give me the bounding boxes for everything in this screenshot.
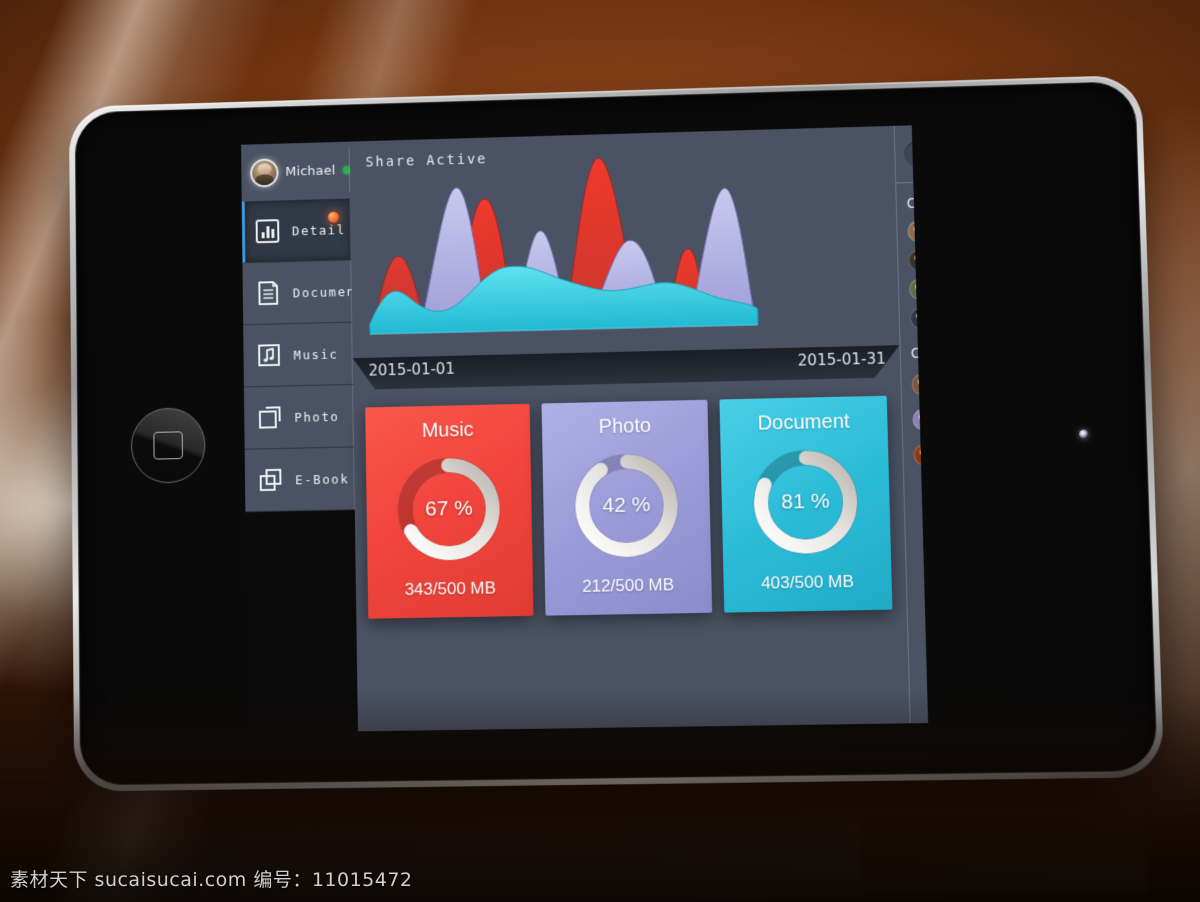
- home-button[interactable]: [130, 407, 206, 484]
- storage-cards: Music 67 % 343/500 MB Photo 42 % 212/500…: [353, 377, 910, 731]
- card-size: 403/500 MB: [760, 571, 855, 593]
- card-title: Document: [757, 410, 850, 435]
- card-title: Music: [421, 418, 474, 442]
- card-title: Photo: [598, 415, 652, 439]
- main-content: Share Active 2015-01-01 2015-01-31 Music…: [349, 125, 910, 732]
- document-icon: [254, 279, 282, 307]
- list-item[interactable]: Alexander LjungShaned 3 photos: [897, 214, 929, 247]
- bar-chart-icon: [254, 217, 282, 245]
- search-icon: [913, 147, 925, 159]
- tablet-device: Michael Detail Document Music Photo E-Bo…: [68, 74, 1165, 792]
- avatar-body: [914, 385, 929, 396]
- avatar: [250, 157, 279, 188]
- avatar-body: [915, 420, 929, 431]
- sidebar-item-ebook[interactable]: E-Book: [244, 447, 355, 513]
- left-sidebar: Michael Detail Document Music Photo E-Bo…: [241, 141, 365, 733]
- sidebar-item-music[interactable]: Music: [243, 322, 354, 388]
- sidebar-item-label: Detail: [291, 221, 346, 238]
- avatar-face: [917, 377, 928, 387]
- home-button-square-icon: [153, 431, 183, 460]
- list-item[interactable]: Chupin AntonShaned 3 documents: [898, 243, 929, 276]
- avatar-body: [911, 290, 929, 300]
- list-item[interactable]: Marcia Franklins: [902, 399, 929, 437]
- card-size: 343/500 MB: [404, 578, 497, 600]
- offline-group-title: Offline: [910, 343, 929, 362]
- gauge-percent: 81 %: [781, 489, 830, 514]
- avatar: [911, 373, 929, 396]
- avatar: [909, 307, 929, 329]
- music-gauge: 67 %: [390, 449, 509, 569]
- avatar-body: [910, 261, 928, 271]
- chart-end-date: 2015-01-31: [797, 349, 886, 370]
- front-camera-icon: [1079, 429, 1089, 439]
- avatar: [907, 220, 929, 242]
- avatar-body: [910, 232, 927, 242]
- avatar: [908, 249, 929, 271]
- avatar-face: [915, 311, 926, 321]
- tablet-bezel: Michael Detail Document Music Photo E-Bo…: [74, 80, 1158, 786]
- list-item[interactable]: Stefanie Umbach: [901, 364, 929, 402]
- avatar-body: [916, 456, 929, 466]
- avatar: [913, 443, 929, 466]
- chart-start-date: 2015-01-01: [368, 359, 455, 380]
- list-item[interactable]: John SelwayShaned 15 photos: [899, 301, 929, 334]
- scene: Michael Detail Document Music Photo E-Bo…: [0, 0, 1200, 902]
- avatar-face: [919, 447, 929, 457]
- app-screen: Michael Detail Document Music Photo E-Bo…: [241, 125, 929, 733]
- sidebar-item-label: Photo: [294, 408, 340, 425]
- online-group-title: Online: [906, 193, 929, 212]
- profile-header[interactable]: Michael: [241, 141, 352, 202]
- search-box[interactable]: [903, 137, 929, 167]
- avatar-face: [913, 253, 925, 263]
- avatar: [908, 278, 929, 300]
- music-note-icon: [255, 341, 283, 369]
- avatar-face: [913, 224, 924, 234]
- search-bar: [894, 125, 929, 184]
- sidebar-item-label: E-Book: [295, 470, 350, 487]
- avatar-body: [912, 319, 929, 329]
- watermark: 素材天下 sucaisucai.com 编号：11015472: [10, 869, 413, 891]
- ebook-icon: [257, 466, 285, 494]
- sidebar-item-detail[interactable]: Detail: [241, 198, 352, 264]
- list-item[interactable]: WolverhamptonShaned 15 photos: [899, 272, 929, 305]
- card-size: 212/500 MB: [581, 575, 675, 596]
- gauge-percent: 67 %: [424, 496, 473, 521]
- storage-card-document[interactable]: Document 81 % 403/500 MB: [719, 395, 893, 613]
- avatar-face: [914, 282, 925, 292]
- avatar: [912, 408, 929, 431]
- offline-contacts-list: Stefanie UmbachMarcia FranklinsNick pand…: [901, 364, 929, 473]
- photo-stack-icon: [256, 403, 284, 431]
- storage-card-music[interactable]: Music 67 % 343/500 MB: [365, 403, 534, 619]
- storage-card-photo[interactable]: Photo 42 % 212/500 MB: [541, 399, 713, 616]
- photo-gauge: 42 %: [566, 445, 687, 566]
- sidebar-item-photo[interactable]: Photo: [243, 384, 354, 450]
- list-item[interactable]: Nick pandev: [903, 435, 929, 473]
- document-gauge: 81 %: [745, 441, 867, 562]
- share-active-chart: Share Active 2015-01-01 2015-01-31: [350, 126, 901, 390]
- sidebar-item-label: Music: [293, 346, 339, 363]
- sidebar-item-document[interactable]: Document: [242, 260, 365, 326]
- gauge-percent: 42 %: [602, 493, 651, 518]
- avatar-face: [918, 412, 929, 422]
- profile-name: Michael: [285, 163, 336, 180]
- online-contacts-list: Alexander LjungShaned 3 photosChupin Ant…: [897, 214, 929, 334]
